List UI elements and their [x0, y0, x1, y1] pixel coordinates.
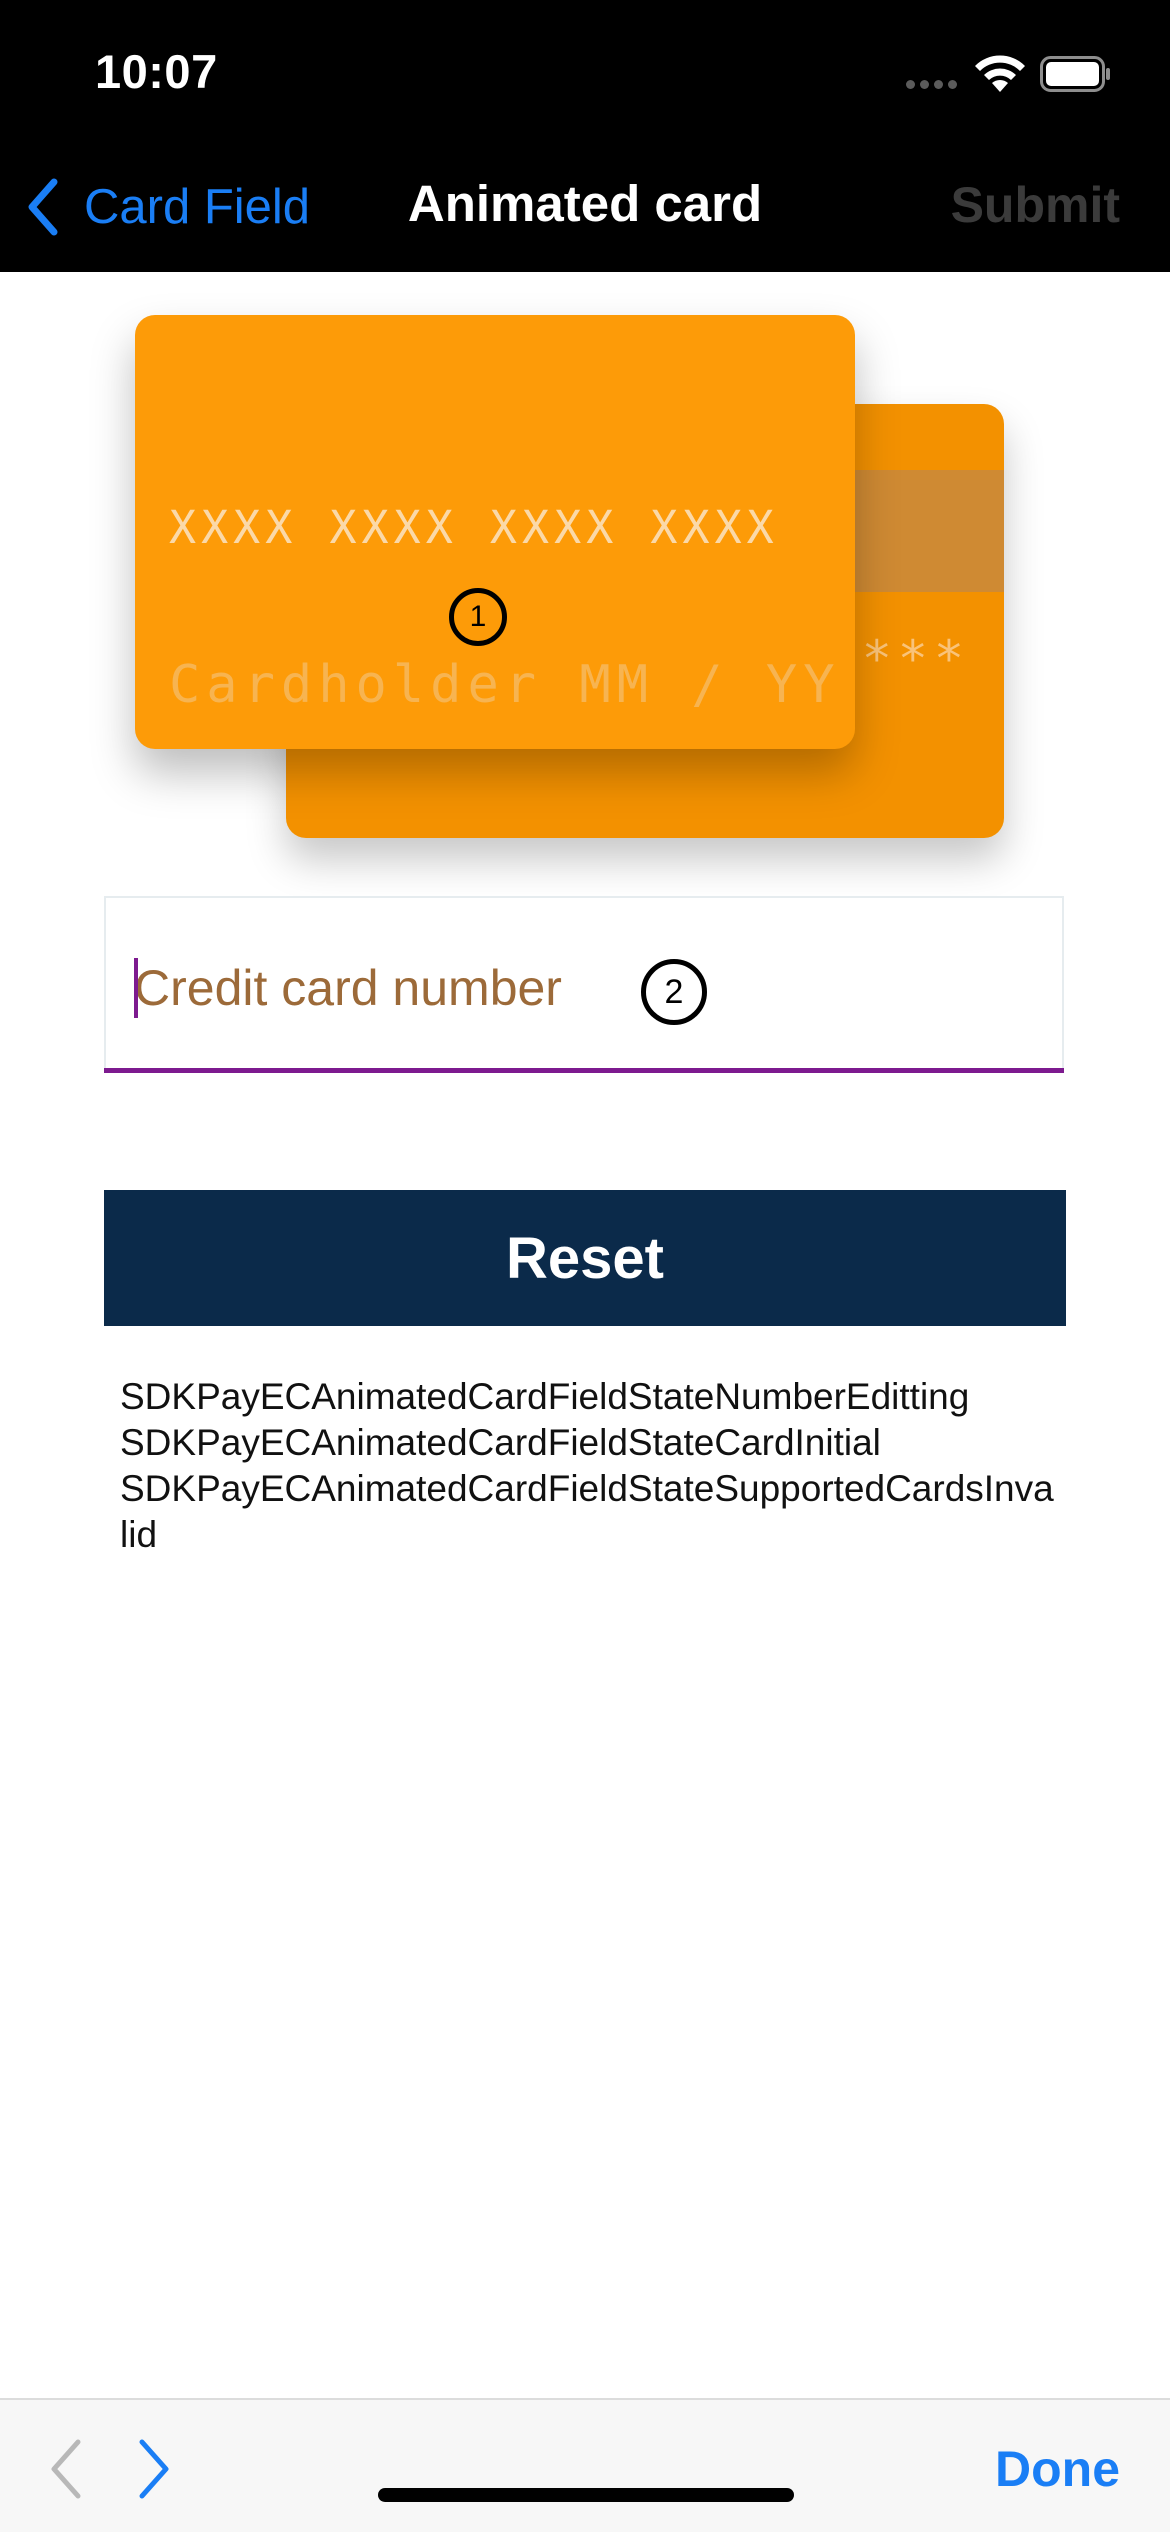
- annotation-marker-2: 2: [641, 959, 707, 1025]
- previous-field-chevron-icon[interactable]: [46, 2436, 86, 2502]
- input-underline: [104, 1068, 1064, 1073]
- top-bar: 10:07 Card Field Animated card Submit: [0, 0, 1170, 272]
- card-holder-placeholder: Cardholder: [169, 655, 543, 715]
- reset-button[interactable]: Reset: [104, 1190, 1066, 1326]
- next-field-chevron-icon[interactable]: [134, 2436, 174, 2502]
- cellular-signal-icon: [906, 80, 960, 90]
- state-log-line: SDKPayECAnimatedCardFieldStateCardInitia…: [120, 1422, 881, 1463]
- card-number-placeholder: XXXX XXXX XXXX XXXX: [169, 501, 779, 554]
- battery-icon: [1040, 56, 1110, 92]
- state-log: SDKPayECAnimatedCardFieldStateNumberEdit…: [120, 1374, 1060, 1558]
- card-expiry-placeholder: MM / YY: [579, 655, 841, 715]
- wifi-icon: [975, 55, 1025, 92]
- keyboard-toolbar: Done: [0, 2398, 1170, 2532]
- card-front-preview[interactable]: XXXX XXXX XXXX XXXX Cardholder MM / YY: [135, 315, 855, 749]
- done-button[interactable]: Done: [995, 2440, 1120, 2498]
- state-log-line: SDKPayECAnimatedCardFieldStateNumberEdit…: [120, 1376, 970, 1417]
- card-holder-row: Cardholder MM / YY: [169, 655, 841, 715]
- card-cvv-placeholder: ***: [861, 630, 970, 688]
- screen: 10:07 Card Field Animated card Submit **…: [0, 0, 1170, 2532]
- status-time: 10:07: [95, 45, 218, 98]
- credit-card-number-input[interactable]: [134, 948, 1034, 1028]
- annotation-marker-1: 1: [449, 588, 507, 646]
- home-indicator: [378, 2488, 794, 2502]
- submit-button[interactable]: Submit: [951, 176, 1120, 234]
- state-log-line: SDKPayECAnimatedCardFieldStateSupportedC…: [120, 1468, 1054, 1555]
- text-cursor: [134, 958, 138, 1018]
